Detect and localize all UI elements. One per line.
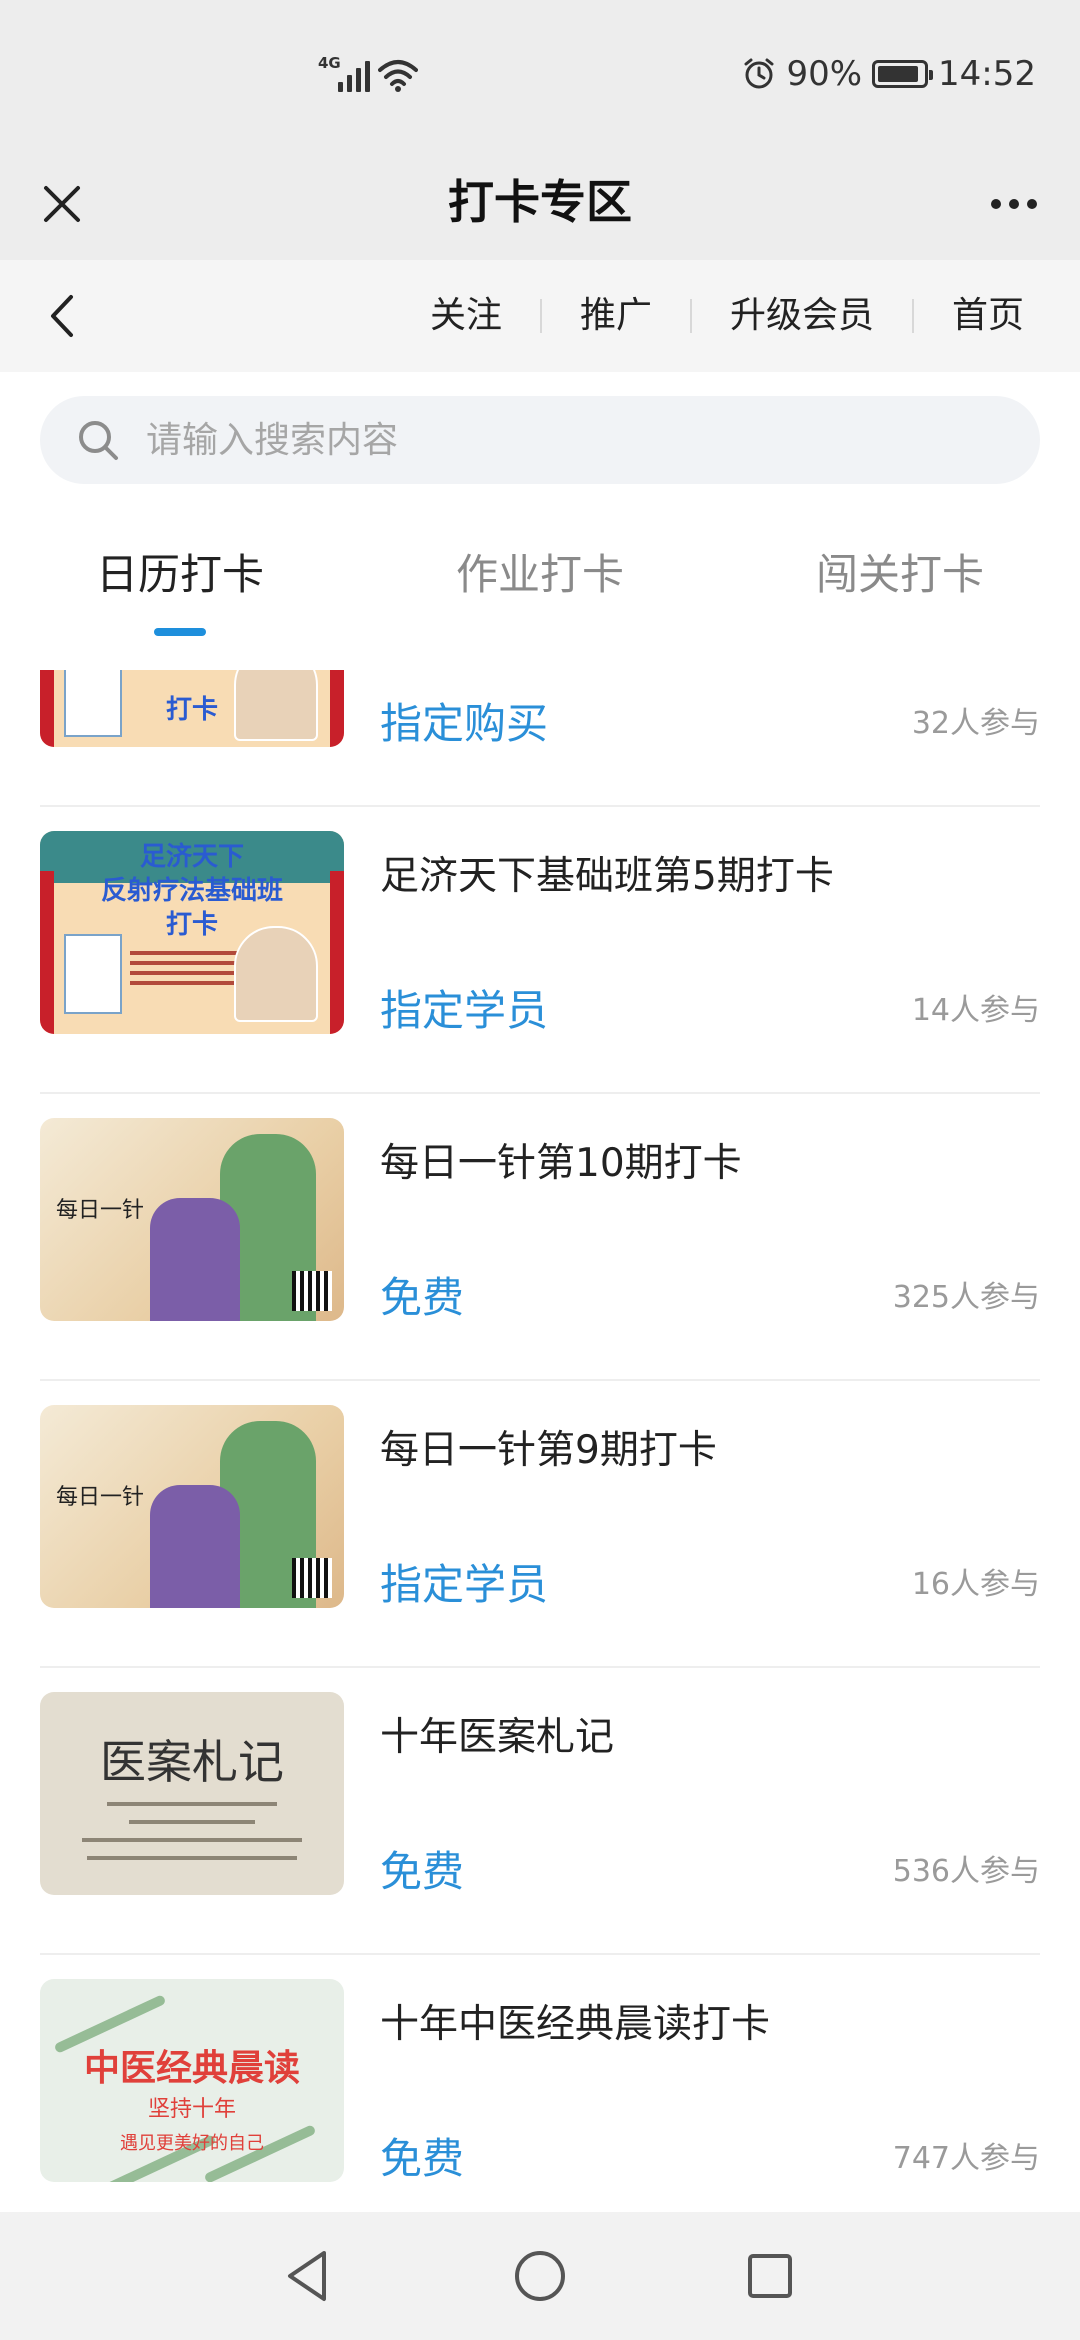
list-item[interactable]: 每日一针 每日一针第9期打卡 指定学员 16人参与: [40, 1381, 1040, 1668]
nav-link-follow[interactable]: 关注: [392, 260, 540, 372]
status-right: 90% 14:52: [742, 54, 1036, 94]
item-count: 325人参与: [892, 1280, 1040, 1315]
qr-code-icon: [292, 1271, 332, 1311]
item-count: 16人参与: [911, 1567, 1040, 1602]
thumb-text: 每日一针: [56, 1485, 145, 1510]
nav-bar: 关注 推广 升级会员 首页: [0, 260, 1080, 372]
thumb-text: 遇见更美好的自己: [120, 2133, 264, 2154]
thumb-text: 坚持十年: [147, 2097, 236, 2122]
nav-link-upgrade[interactable]: 升级会员: [692, 260, 912, 372]
item-thumbnail: 足济天下 反射疗法基础班 打卡: [40, 831, 344, 1034]
tab-homework[interactable]: 作业打卡: [360, 500, 720, 650]
item-tag: 免费: [380, 1847, 465, 1896]
thumb-text: 反射疗法基础班: [100, 876, 283, 906]
item-count: 747人参与: [892, 2141, 1040, 2176]
close-button[interactable]: [28, 170, 96, 238]
thumb-text: 中医经典晨读: [83, 2048, 300, 2089]
system-recent-button[interactable]: [736, 2242, 804, 2310]
list-item[interactable]: 每日一针 每日一针第10期打卡 免费 325人参与: [40, 1094, 1040, 1381]
network-type: 4G: [318, 54, 341, 72]
list-item[interactable]: 医案札记 十年医案札记 免费 536人参与: [40, 1668, 1040, 1955]
item-tag: 指定学员: [380, 986, 549, 1035]
thumb-text: 足济天下: [139, 842, 244, 872]
nav-link-home[interactable]: 首页: [914, 260, 1062, 372]
close-icon: [44, 186, 80, 222]
battery-icon: [872, 60, 934, 88]
nav-back-icon: [288, 2251, 326, 2301]
item-thumbnail: 每日一针: [40, 1118, 344, 1321]
more-icon: [991, 199, 1001, 209]
system-nav-bar: [0, 2212, 1080, 2340]
system-back-button[interactable]: [274, 2242, 342, 2310]
item-thumbnail: 每日一针: [40, 1405, 344, 1608]
item-tag: 免费: [380, 1273, 465, 1322]
back-icon: [51, 295, 73, 337]
item-thumbnail: 医案札记: [40, 1692, 344, 1895]
status-bar: 4G 90% 14:52: [0, 0, 1080, 148]
search-input[interactable]: [146, 419, 1006, 461]
checkin-list[interactable]: 打卡 指定购买 32人参与 足济天下 反射疗法基础班 打卡 足济天下基础班第5期…: [0, 670, 1080, 2212]
item-title: 每日一针第10期打卡: [380, 1141, 742, 1186]
item-thumbnail: 中医经典晨读 坚持十年 遇见更美好的自己: [40, 1979, 344, 2182]
alarm-icon: [744, 58, 774, 89]
thumb-text: 医案札记: [100, 1735, 284, 1789]
item-title: 每日一针第9期打卡: [380, 1428, 717, 1473]
list-item[interactable]: 打卡 指定购买 32人参与: [40, 670, 1040, 807]
item-count: 14人参与: [911, 993, 1040, 1028]
list-item[interactable]: 足济天下 反射疗法基础班 打卡 足济天下基础班第5期打卡 指定学员 14人参与: [40, 807, 1040, 1094]
tab-challenge[interactable]: 闯关打卡: [720, 500, 1080, 650]
item-tag: 指定购买: [380, 699, 549, 748]
clock: 14:52: [938, 54, 1036, 94]
nav-recent-icon: [748, 2254, 792, 2298]
item-title: 十年中医经典晨读打卡: [380, 2002, 771, 2047]
item-thumbnail: 打卡: [40, 670, 344, 747]
list-item[interactable]: 中医经典晨读 坚持十年 遇见更美好的自己 十年中医经典晨读打卡 免费 747人参…: [40, 1955, 1040, 2212]
qr-code-icon: [292, 1558, 332, 1598]
item-tag: 指定学员: [380, 1560, 549, 1609]
item-title: 十年医案札记: [380, 1715, 615, 1760]
back-button[interactable]: [30, 282, 94, 350]
nav-links: 关注 推广 升级会员 首页: [392, 260, 1062, 372]
more-button[interactable]: [974, 170, 1054, 238]
item-count: 32人参与: [911, 706, 1040, 741]
search-icon: [79, 421, 118, 460]
wifi-icon: [378, 60, 418, 92]
signal-icon: 4G: [318, 54, 370, 92]
thumb-text: 每日一针: [56, 1198, 145, 1223]
nav-link-promote[interactable]: 推广: [542, 260, 690, 372]
item-count: 536人参与: [892, 1854, 1040, 1889]
nav-home-icon: [515, 2251, 565, 2301]
item-title: 足济天下基础班第5期打卡: [380, 854, 834, 899]
search-bar[interactable]: [40, 396, 1040, 484]
title-bar: 打卡专区: [0, 148, 1080, 260]
item-tag: 免费: [380, 2134, 465, 2183]
tab-calendar[interactable]: 日历打卡: [0, 500, 360, 650]
tab-bar: 日历打卡 作业打卡 闯关打卡: [0, 500, 1080, 650]
system-home-button[interactable]: [506, 2242, 574, 2310]
page-title: 打卡专区: [448, 175, 632, 229]
battery-percent: 90%: [786, 54, 863, 94]
